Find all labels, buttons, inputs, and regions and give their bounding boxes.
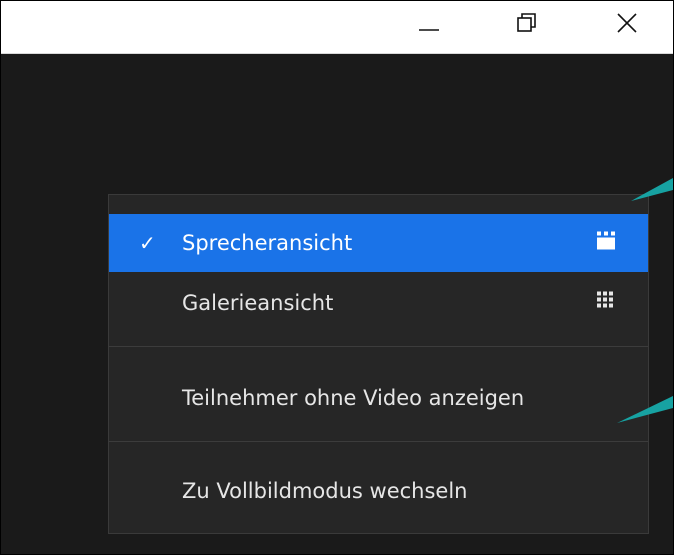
menu-divider xyxy=(109,346,648,347)
restore-icon xyxy=(517,13,536,32)
app-window: ✓ Sprecheransicht Galerieansicht Teilneh… xyxy=(0,0,674,555)
menu-item-label: Sprecheransicht xyxy=(182,231,353,255)
menu-divider xyxy=(109,441,648,442)
menu-item-gallery-view[interactable]: Galerieansicht xyxy=(109,272,648,334)
close-icon xyxy=(617,13,637,33)
menu-item-show-non-video[interactable]: Teilnehmer ohne Video anzeigen xyxy=(109,363,648,433)
checkmark-icon: ✓ xyxy=(139,231,156,255)
menu-item-fullscreen[interactable]: Zu Vollbildmodus wechseln xyxy=(109,459,648,523)
menu-item-label: Zu Vollbildmodus wechseln xyxy=(182,479,468,503)
menu-item-label: Teilnehmer ohne Video anzeigen xyxy=(182,386,525,410)
title-bar xyxy=(1,1,673,54)
menu-item-speaker-view[interactable]: ✓ Sprecheransicht xyxy=(109,214,648,272)
speaker-view-icon xyxy=(595,231,617,256)
menu-item-label: Galerieansicht xyxy=(182,291,334,315)
restore-button[interactable] xyxy=(499,1,555,45)
gallery-grid-icon xyxy=(595,291,617,316)
minimize-button[interactable] xyxy=(401,1,457,45)
close-button[interactable] xyxy=(599,1,655,45)
view-menu: ✓ Sprecheransicht Galerieansicht Teilneh… xyxy=(108,194,649,534)
minimize-icon xyxy=(419,29,439,31)
video-area: ✓ Sprecheransicht Galerieansicht Teilneh… xyxy=(1,54,673,554)
